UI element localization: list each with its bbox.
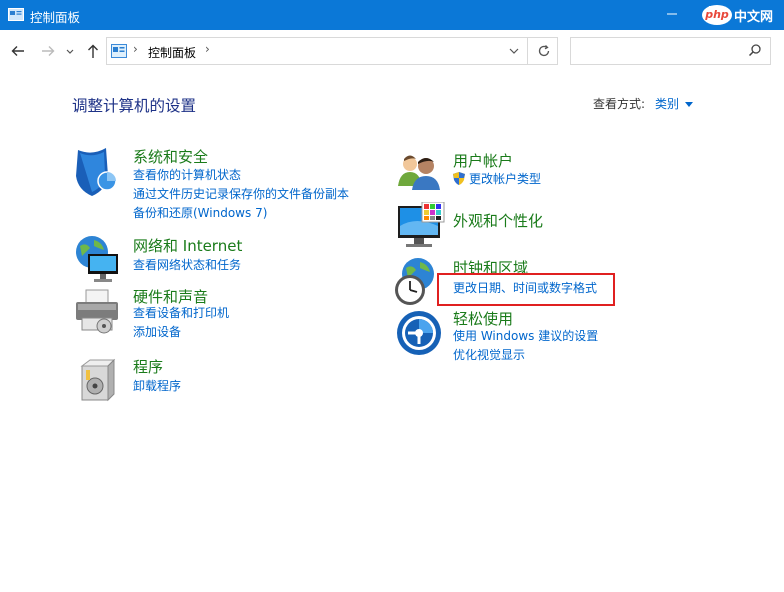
refresh-icon	[538, 45, 549, 57]
refresh-button[interactable]	[527, 37, 559, 65]
category-title[interactable]: 用户帐户	[453, 150, 513, 171]
globe-network-icon[interactable]	[72, 234, 124, 286]
category-programs: 程序 卸载程序	[72, 356, 372, 406]
category-title[interactable]: 轻松使用	[453, 308, 513, 329]
link-view-computer-status[interactable]: 查看你的计算机状态	[133, 166, 349, 185]
chevron-down-icon[interactable]	[685, 102, 694, 107]
category-title[interactable]: 程序	[133, 356, 163, 377]
programs-box-icon[interactable]	[72, 356, 124, 408]
view-by: 查看方式: 类别	[593, 95, 694, 112]
address-bar[interactable]: › 控制面板 ›	[106, 37, 558, 65]
search-box[interactable]	[570, 37, 771, 65]
watermark-text: 中文网	[734, 10, 774, 25]
control-panel-icon	[111, 44, 127, 58]
search-input[interactable]	[575, 42, 735, 60]
category-title[interactable]: 网络和 Internet	[133, 235, 242, 256]
view-by-dropdown[interactable]: 类别	[655, 97, 679, 111]
category-title[interactable]: 外观和个性化	[453, 210, 543, 231]
link-add-device[interactable]: 添加设备	[133, 323, 229, 342]
breadcrumb-separator[interactable]: ›	[205, 42, 210, 56]
shield-icon[interactable]	[72, 146, 124, 198]
page-heading: 调整计算机的设置	[72, 97, 197, 115]
link-windows-recommended-settings[interactable]: 使用 Windows 建议的设置	[453, 327, 598, 346]
category-ease-of-access: 轻松使用 使用 Windows 建议的设置 优化视觉显示	[396, 310, 696, 370]
category-appearance: 外观和个性化	[396, 202, 696, 252]
breadcrumb-control-panel[interactable]: 控制面板	[148, 44, 196, 61]
users-icon[interactable]	[396, 150, 448, 202]
address-dropdown-icon[interactable]	[509, 47, 519, 55]
breadcrumb-separator[interactable]: ›	[133, 42, 138, 56]
recent-dropdown-icon[interactable]	[64, 42, 76, 60]
view-by-label: 查看方式:	[593, 97, 646, 111]
watermark-badge: php	[702, 5, 732, 25]
category-hardware-sound: 硬件和声音 查看设备和打印机 添加设备	[72, 286, 372, 346]
forward-arrow-icon[interactable]	[39, 42, 57, 60]
category-title[interactable]: 系统和安全	[133, 146, 208, 167]
site-watermark: php 中文网	[700, 0, 784, 30]
link-view-network-status[interactable]: 查看网络状态和任务	[133, 256, 241, 275]
minimize-icon[interactable]	[664, 6, 680, 22]
control-panel-app-icon	[8, 8, 24, 21]
uac-shield-icon	[453, 172, 465, 185]
printer-icon[interactable]	[72, 286, 124, 338]
window-title: 控制面板	[30, 10, 81, 25]
up-arrow-icon[interactable]	[84, 42, 102, 60]
category-user-accounts: 用户帐户 更改帐户类型	[396, 150, 696, 195]
highlight-annotation	[437, 273, 615, 306]
title-bar: 控制面板	[0, 0, 784, 30]
link-change-account-type-label[interactable]: 更改帐户类型	[469, 172, 541, 186]
link-file-history-backup[interactable]: 通过文件历史记录保存你的文件备份副本	[133, 185, 349, 204]
search-icon[interactable]	[748, 43, 762, 57]
link-view-devices-printers[interactable]: 查看设备和打印机	[133, 304, 229, 323]
link-change-account-type[interactable]: 更改帐户类型	[453, 170, 541, 189]
category-network-internet: 网络和 Internet 查看网络状态和任务	[72, 234, 372, 284]
monitor-palette-icon[interactable]	[396, 202, 448, 254]
ease-access-icon[interactable]	[396, 310, 442, 356]
back-arrow-icon[interactable]	[9, 42, 27, 60]
link-uninstall-program[interactable]: 卸载程序	[133, 377, 181, 396]
link-optimize-visual-display[interactable]: 优化视觉显示	[453, 346, 598, 365]
category-system-security: 系统和安全 查看你的计算机状态 通过文件历史记录保存你的文件备份副本 备份和还原…	[72, 146, 372, 226]
link-backup-restore[interactable]: 备份和还原(Windows 7)	[133, 204, 349, 223]
